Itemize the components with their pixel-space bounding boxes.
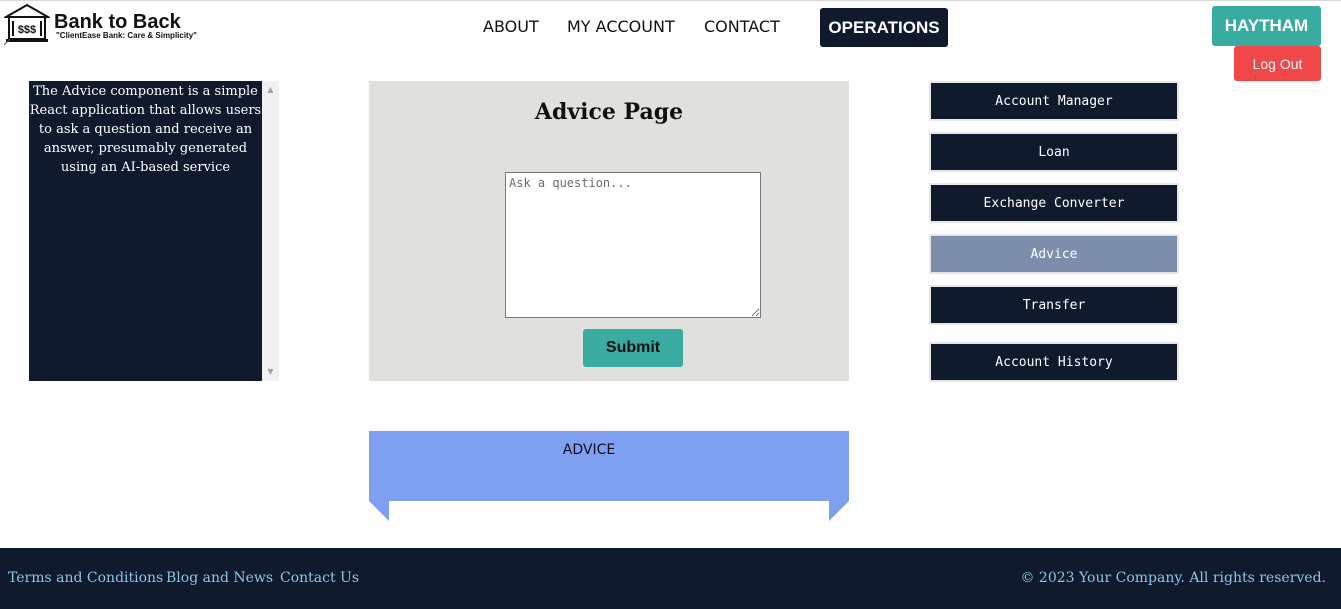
top-border — [0, 0, 1341, 1]
brand-logo[interactable]: $$$ Bank to Back "ClientEase Bank: Care … — [4, 3, 214, 45]
brand-title: Bank to Back — [54, 11, 181, 33]
advice-ribbon: ADVICE — [369, 431, 849, 521]
menu-account-manager[interactable]: Account Manager — [929, 81, 1179, 121]
footer: Terms and Conditions Blog and News Conta… — [0, 548, 1341, 609]
menu-loan[interactable]: Loan — [929, 132, 1179, 172]
user-button[interactable]: HAYTHAM — [1212, 6, 1321, 46]
footer-copyright: © 2023 Your Company. All rights reserved… — [1020, 570, 1326, 586]
menu-account-history[interactable]: Account History — [929, 342, 1179, 382]
description-panel: The Advice component is a simple React a… — [29, 81, 279, 381]
scroll-down-arrow-icon[interactable]: ▼ — [262, 365, 279, 379]
svg-text:$$$: $$$ — [18, 24, 36, 36]
bank-building-icon: $$$ — [4, 3, 50, 45]
menu-advice[interactable]: Advice — [929, 234, 1179, 274]
nav-my-account[interactable]: MY ACCOUNT — [567, 17, 675, 36]
footer-terms-link[interactable]: Terms and Conditions — [8, 570, 163, 586]
footer-blog-link[interactable]: Blog and News — [166, 570, 273, 586]
brand-tagline: "ClientEase Bank: Care & Simplicity" — [56, 31, 197, 40]
nav-operations[interactable]: OPERATIONS — [820, 8, 948, 47]
scroll-up-arrow-icon[interactable]: ▲ — [262, 83, 279, 97]
description-text: The Advice component is a simple React a… — [29, 81, 262, 381]
nav-about[interactable]: ABOUT — [483, 17, 539, 36]
logout-button[interactable]: Log Out — [1234, 46, 1321, 81]
ribbon-label: ADVICE — [562, 442, 616, 458]
menu-transfer[interactable]: Transfer — [929, 285, 1179, 325]
footer-contact-link[interactable]: Contact Us — [280, 570, 359, 586]
advice-card: Advice Page Submit — [369, 81, 849, 381]
page-title: Advice Page — [534, 99, 684, 125]
menu-exchange-converter[interactable]: Exchange Converter — [929, 183, 1179, 223]
question-input[interactable] — [505, 172, 761, 318]
nav-contact[interactable]: CONTACT — [704, 17, 780, 36]
submit-button[interactable]: Submit — [583, 329, 683, 367]
description-scrollbar[interactable]: ▲ ▼ — [262, 81, 279, 381]
